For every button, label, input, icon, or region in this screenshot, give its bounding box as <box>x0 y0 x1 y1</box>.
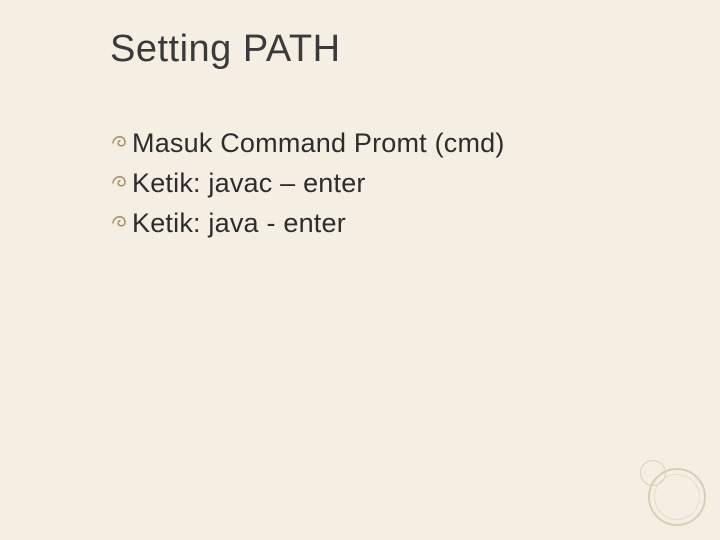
swirl-icon <box>110 207 132 237</box>
list-item: Masuk Command Promt (cmd) <box>110 127 680 161</box>
slide-title: Setting PATH <box>110 28 680 71</box>
swirl-icon <box>110 167 132 197</box>
bullet-text: Ketik: javac – enter <box>132 167 366 201</box>
bullet-list: Masuk Command Promt (cmd) Ketik: javac –… <box>110 127 680 240</box>
list-item: Ketik: javac – enter <box>110 167 680 201</box>
bullet-text: Masuk Command Promt (cmd) <box>132 127 505 161</box>
list-item: Ketik: java - enter <box>110 207 680 241</box>
slide: Setting PATH Masuk Command Promt (cmd) K… <box>0 0 720 540</box>
swirl-icon <box>110 127 132 157</box>
corner-decoration <box>632 452 706 526</box>
bullet-text: Ketik: java - enter <box>132 207 346 241</box>
